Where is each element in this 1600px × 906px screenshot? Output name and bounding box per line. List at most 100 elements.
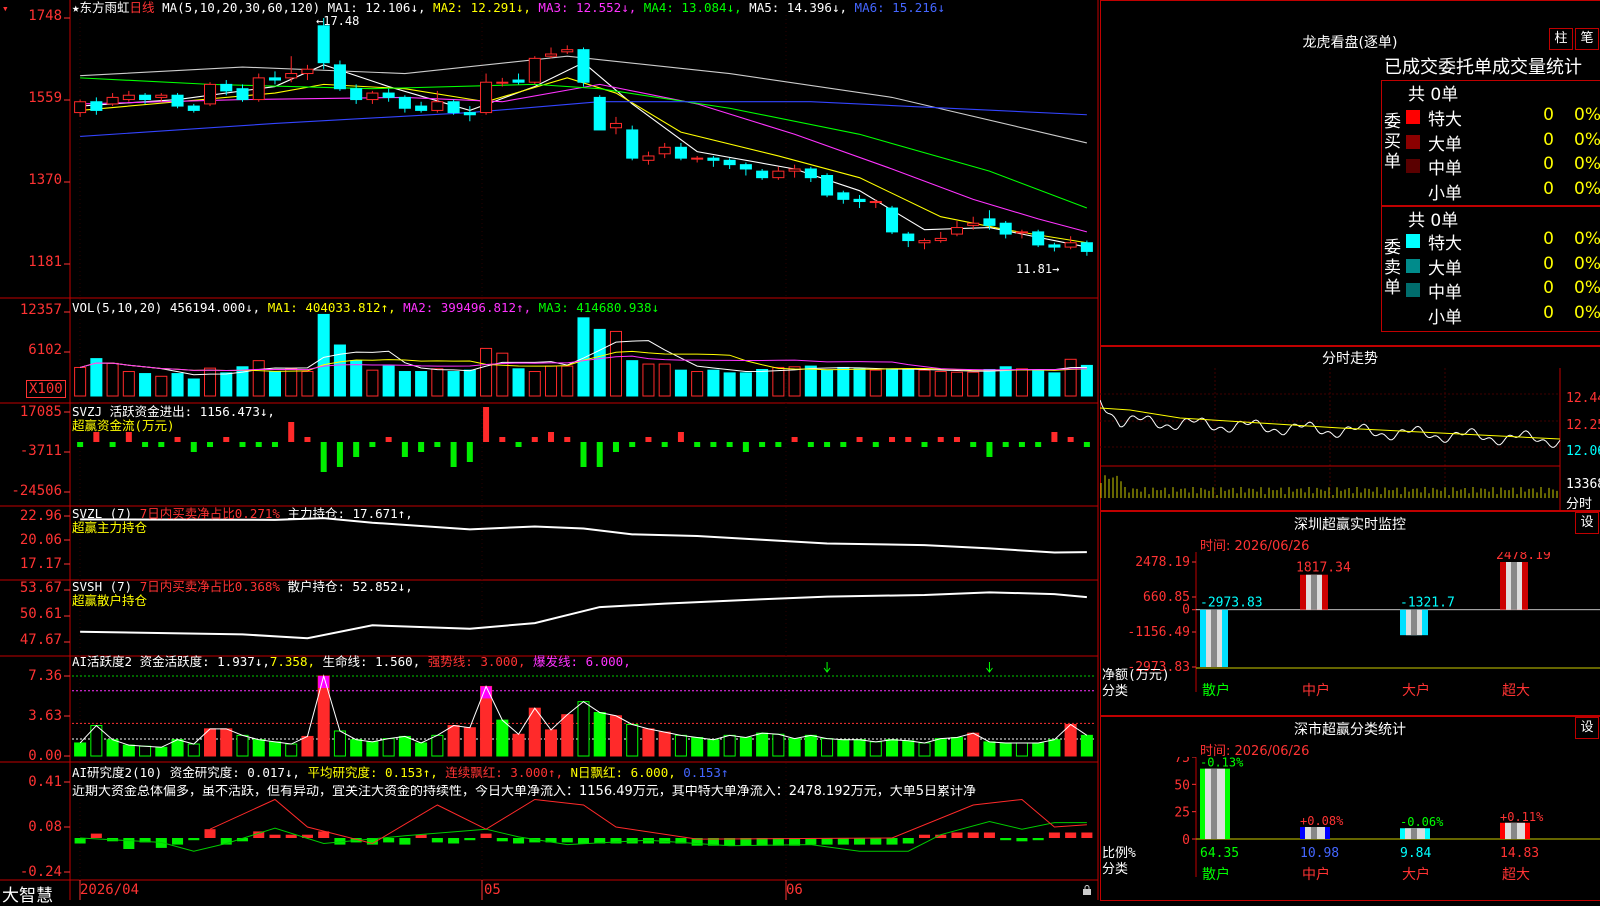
classify-y-tick-label: 50 bbox=[1174, 778, 1190, 793]
vol-ma2: MA2: 399496.812↑, bbox=[403, 300, 532, 315]
candle-body bbox=[918, 240, 931, 244]
app-logo: 大智慧 bbox=[2, 886, 53, 906]
ai-avg-research: 平均研究度: 0.153↑, bbox=[307, 765, 438, 780]
activity-bar bbox=[837, 739, 850, 757]
ai-research-value: 资金研究度: 0.017↓, bbox=[169, 765, 300, 780]
candle-body bbox=[463, 112, 476, 116]
candle-body bbox=[707, 157, 720, 161]
lock-icon[interactable] bbox=[1082, 884, 1092, 895]
intraday-title: 分时走势 bbox=[1322, 351, 1378, 367]
ai-lifeline-value: 生命线: 1.560, bbox=[322, 654, 421, 669]
fund-flow-bar bbox=[970, 442, 977, 447]
research-bar bbox=[951, 832, 963, 838]
fund-flow-bar bbox=[174, 437, 181, 442]
activity-bar bbox=[642, 728, 655, 757]
fund-flow-bar bbox=[694, 442, 701, 447]
candle-body bbox=[886, 207, 899, 233]
fund-flow-bar bbox=[840, 442, 847, 447]
fund-flow-bar bbox=[661, 442, 668, 447]
intraday-chart[interactable] bbox=[1100, 368, 1600, 510]
buy-pct: 0% bbox=[1574, 178, 1600, 199]
fund-flow-bar bbox=[872, 442, 879, 447]
ai-research-tick-3: -0.24 bbox=[19, 864, 62, 880]
fund-flow-bar bbox=[596, 442, 603, 467]
lock-icon-svg bbox=[1083, 885, 1091, 895]
sz-classify-settings-button[interactable]: 设 bbox=[1575, 717, 1599, 739]
candle-body bbox=[431, 101, 444, 111]
price-header: ★东方雨虹日线 MA(5,10,20,30,60,120) MA1: 12.10… bbox=[72, 1, 945, 15]
sell-pct: 0% bbox=[1574, 229, 1600, 249]
ma2-value: MA2: 12.291↓, bbox=[433, 0, 531, 15]
activity-bar bbox=[106, 739, 119, 757]
activity-bar bbox=[1015, 742, 1028, 757]
fund-flow-bar bbox=[304, 437, 311, 442]
buy-name: 特大 bbox=[1428, 110, 1462, 130]
research-bar bbox=[1016, 838, 1028, 842]
research-bar bbox=[821, 838, 833, 845]
svsh-ratio: 7日内买卖净占比0.368% bbox=[139, 579, 280, 594]
monitor-bar-core bbox=[1211, 609, 1217, 667]
vol-unit-label[interactable]: X100 bbox=[26, 380, 66, 398]
candle-body bbox=[626, 129, 639, 159]
fund-flow-bar bbox=[986, 442, 993, 457]
ai-active-tick-1: 7.36 bbox=[28, 668, 62, 684]
classify-category-label: 大户 bbox=[1402, 866, 1430, 883]
volume-bar bbox=[674, 369, 687, 397]
candle-body bbox=[1080, 242, 1093, 252]
volume-bar bbox=[204, 367, 217, 397]
sell-swatch bbox=[1406, 283, 1420, 297]
sell-row-1: 大单 0 0% bbox=[1406, 253, 1600, 279]
ma5-value: MA5: 14.396↓, bbox=[749, 0, 848, 15]
monitor-value-label: -2973.83 bbox=[1200, 596, 1263, 611]
bar-mode-button[interactable]: 柱 bbox=[1549, 28, 1573, 50]
monitor-bar-core bbox=[1411, 609, 1417, 636]
research-bar bbox=[464, 838, 476, 841]
sell-value: 0 bbox=[1543, 278, 1554, 298]
candle-body bbox=[642, 155, 655, 161]
ai-active-value: 资金活跃度: 1.937↓, bbox=[139, 654, 270, 669]
volume-bar bbox=[301, 371, 314, 397]
vol-tick-1: 12357 bbox=[19, 302, 62, 318]
activity-bar bbox=[561, 714, 574, 757]
pen-mode-button[interactable]: 笔 bbox=[1575, 28, 1599, 50]
sell-swatch bbox=[1406, 258, 1420, 273]
svsh-tick-1: 53.67 bbox=[19, 580, 62, 596]
sell-row-3: 小单 0 0% bbox=[1406, 303, 1600, 328]
activity-bar bbox=[545, 729, 558, 757]
candle-body bbox=[739, 164, 752, 170]
candle-body bbox=[480, 81, 493, 114]
sell-pct: 0% bbox=[1574, 278, 1600, 298]
research-bar bbox=[172, 838, 184, 845]
activity-bar bbox=[609, 715, 622, 757]
main-holding-line bbox=[80, 517, 1087, 554]
activity-bar bbox=[918, 742, 931, 757]
fund-flow-bar bbox=[612, 442, 619, 452]
candle-body bbox=[236, 88, 249, 101]
buy-row-3: 小单 0 0% bbox=[1406, 178, 1600, 204]
candle-body bbox=[512, 79, 525, 83]
research-bar bbox=[854, 838, 866, 845]
sz-monitor-settings-button[interactable]: 设 bbox=[1575, 512, 1599, 534]
fund-flow-bar bbox=[483, 407, 490, 442]
svsh-subtitle: 超赢散户持仓 bbox=[72, 593, 148, 608]
volume-bar bbox=[220, 372, 233, 397]
ai-n-red: N日飘红: 6.000, bbox=[570, 765, 676, 780]
svsh-tick-2: 50.61 bbox=[19, 606, 62, 622]
classify-bar-core bbox=[1311, 826, 1317, 839]
candle-body bbox=[171, 94, 184, 107]
sell-value: 0 bbox=[1543, 253, 1554, 274]
period-label[interactable]: 日线 bbox=[130, 0, 155, 15]
vol-header: VOL(5,10,20) 456194.000↓, MA1: 404033.81… bbox=[72, 301, 659, 315]
stock-name[interactable]: 东方雨虹 bbox=[80, 0, 130, 15]
green-arrow-1 bbox=[823, 662, 831, 673]
activity-bar bbox=[886, 739, 899, 757]
classify-y-tick-label: 75 bbox=[1174, 757, 1190, 766]
volume-bar bbox=[950, 371, 963, 397]
classify-bar-core bbox=[1411, 828, 1417, 839]
candle-body bbox=[155, 94, 168, 98]
volume-bar bbox=[999, 366, 1012, 397]
candle-body bbox=[447, 101, 460, 114]
ai-active-tick-2: 3.63 bbox=[28, 708, 62, 724]
favorite-star-icon[interactable]: ★ bbox=[72, 0, 80, 15]
volume-bar bbox=[398, 371, 411, 397]
